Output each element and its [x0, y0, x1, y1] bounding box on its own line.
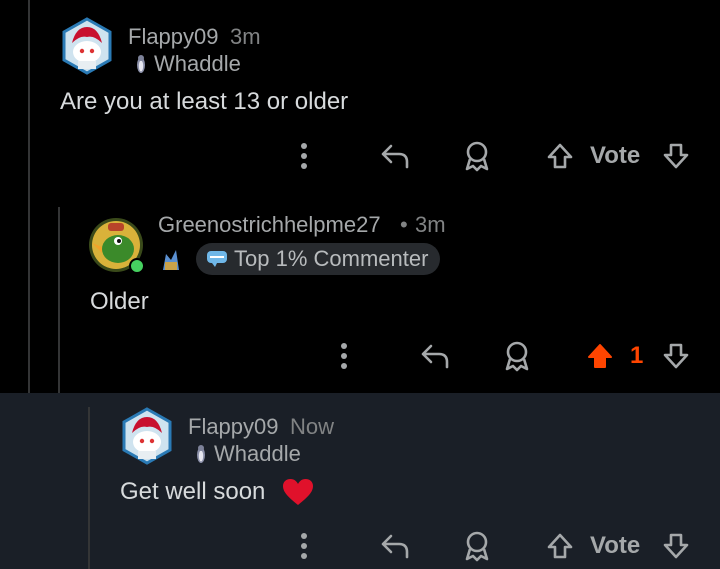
flair-text: Whaddle: [154, 51, 241, 76]
downvote-icon[interactable]: [660, 340, 692, 372]
penguin-flair-icon: [137, 55, 145, 73]
thread-line-3[interactable]: [88, 407, 90, 569]
comment-time: 3m: [415, 212, 446, 237]
downvote-icon[interactable]: [660, 140, 692, 172]
online-status-indicator: [129, 258, 145, 274]
badge-label: Top 1% Commenter: [234, 246, 429, 271]
comment-bubble-icon: [207, 251, 227, 267]
upvote-icon[interactable]: [544, 140, 576, 172]
snoo-avatar-icon[interactable]: [58, 17, 116, 75]
flair-text: Whaddle: [214, 441, 301, 466]
comment-body: Are you at least 13 or older: [60, 88, 349, 115]
comment-author[interactable]: Flappy09: [188, 414, 279, 440]
award-icon[interactable]: [460, 528, 494, 564]
comment-author[interactable]: Flappy09: [128, 24, 219, 50]
snoo-avatar-icon[interactable]: [118, 407, 176, 465]
reply-icon[interactable]: [378, 140, 412, 172]
separator-dot: •: [400, 212, 408, 237]
more-options-icon[interactable]: [292, 140, 316, 172]
upvote-icon[interactable]: [544, 530, 576, 562]
user-flair: Whaddle: [194, 441, 301, 467]
comment-body: Get well soon: [120, 478, 266, 505]
top-commenter-badge[interactable]: Top 1% Commenter: [196, 243, 441, 275]
reply-icon[interactable]: [378, 530, 412, 562]
award-icon[interactable]: [460, 138, 494, 174]
user-flair: Whaddle: [134, 51, 241, 77]
upvote-icon-active[interactable]: [584, 340, 616, 372]
vote-label: Vote: [590, 532, 641, 559]
award-icon[interactable]: [500, 338, 534, 374]
comment-time: Now: [290, 414, 335, 439]
comment-time: 3m: [230, 24, 261, 49]
more-options-icon[interactable]: [292, 530, 316, 562]
snoovatar-flair-icon: [158, 244, 184, 274]
comment-body: Older: [90, 288, 149, 315]
more-options-icon[interactable]: [332, 340, 356, 372]
penguin-flair-icon: [197, 445, 205, 463]
red-heart-icon: [283, 479, 313, 505]
reply-icon[interactable]: [418, 340, 452, 372]
vote-count: 1: [630, 342, 644, 369]
downvote-icon[interactable]: [660, 530, 692, 562]
vote-label: Vote: [590, 142, 641, 169]
comment-author[interactable]: Greenostrichhelpme27: [158, 212, 381, 238]
